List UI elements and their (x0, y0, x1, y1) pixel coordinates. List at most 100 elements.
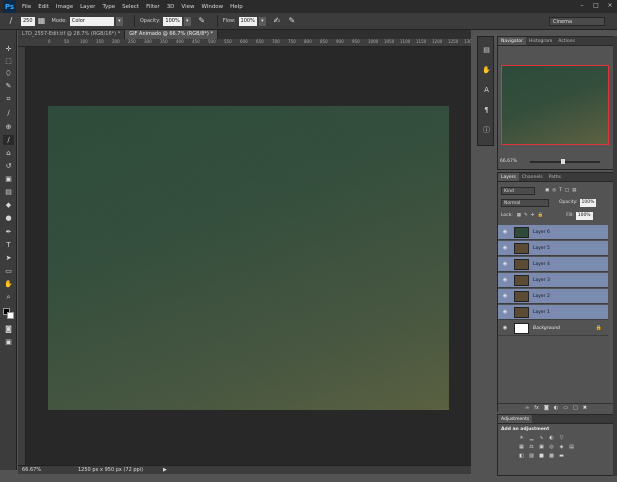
layer-row-layer-2[interactable]: ◉ Layer 2 (498, 289, 608, 304)
layer-row-layer-3[interactable]: ◉ Layer 3 (498, 273, 608, 288)
vibrance-icon[interactable]: ▽ (558, 435, 565, 441)
hue-saturation-icon[interactable]: ▦ (518, 444, 525, 450)
color-lookup-icon[interactable]: ▤ (568, 444, 575, 450)
visibility-eye-icon[interactable]: ◉ (500, 325, 510, 331)
channel-mixer-icon[interactable]: ◈ (558, 444, 565, 450)
tab-layers[interactable]: Layers (498, 173, 519, 181)
pen-tool-icon[interactable]: ✒ (3, 227, 14, 237)
gradient-map-icon[interactable]: ▬ (558, 453, 565, 459)
photo-filter-icon[interactable]: ◎ (548, 444, 555, 450)
blend-mode-select[interactable]: Normal (501, 198, 549, 207)
selective-color-icon[interactable]: ▩ (548, 453, 555, 459)
menu-filter[interactable]: Filter (146, 4, 160, 10)
group-icon[interactable]: ▭ (563, 404, 568, 412)
tab-gif-animado[interactable]: GIF Animado @ 66.7% (RGB/8*) * (125, 30, 218, 39)
brush-preset-icon[interactable]: ∕ (6, 16, 16, 26)
fill-field[interactable]: 100% (575, 211, 593, 220)
menu-layer[interactable]: Layer (80, 4, 95, 10)
paragraph-icon[interactable]: ¶ (481, 105, 492, 115)
lasso-tool-icon[interactable]: ⬯ (3, 68, 14, 78)
airbrush-icon[interactable]: ✍ (272, 16, 282, 26)
tab-actions[interactable]: Actions (555, 37, 577, 45)
layer-row-layer-1[interactable]: ◉ Layer 1 (498, 305, 608, 320)
eyedropper-tool-icon[interactable]: ∕ (3, 108, 14, 118)
delete-layer-icon[interactable]: ✖ (583, 404, 587, 412)
minimize-button[interactable]: – (578, 2, 586, 10)
maximize-button[interactable]: □ (592, 2, 600, 10)
close-button[interactable]: × (606, 2, 614, 10)
screen-mode-icon[interactable]: ▣ (3, 337, 14, 347)
levels-icon[interactable]: ▁ (528, 435, 535, 441)
layer-row-layer-6[interactable]: ◉ Layer 6 (498, 225, 608, 240)
chevron-down-icon[interactable]: ▾ (115, 16, 123, 26)
lock-icons[interactable]: ▦✎✛🔒 (517, 213, 546, 218)
filter-icons[interactable]: ▣◎T□▤ (545, 188, 579, 193)
visibility-eye-icon[interactable]: ◉ (500, 309, 510, 315)
tab-channels[interactable]: Channels (519, 173, 546, 181)
character-icon[interactable]: A (481, 85, 492, 95)
brightness-contrast-icon[interactable]: ☀ (518, 435, 525, 441)
crop-tool-icon[interactable]: ⌗ (3, 94, 14, 104)
quick-select-tool-icon[interactable]: ✎ (3, 81, 14, 91)
threshold-icon[interactable]: ■ (538, 453, 545, 459)
path-selection-tool-icon[interactable]: ➤ (3, 253, 14, 263)
chevron-down-icon[interactable]: ▾ (258, 16, 266, 26)
workspace-select[interactable]: Cinema (549, 17, 605, 26)
menu-3d[interactable]: 3D (167, 4, 175, 10)
adjustment-layer-icon[interactable]: ◐ (554, 404, 558, 412)
zoom-tool-icon[interactable]: ⌕ (3, 292, 14, 302)
history-icon[interactable]: ▤ (481, 45, 492, 55)
hand-tool-icon[interactable]: ✋ (3, 279, 14, 289)
menu-image[interactable]: Image (56, 4, 73, 10)
brush-presets-icon[interactable]: ✋ (481, 65, 492, 75)
mode-select[interactable]: Color (69, 16, 114, 26)
tab-adjustments[interactable]: Adjustments (498, 415, 533, 423)
layer-opacity-field[interactable]: 100% (579, 198, 597, 207)
layer-mask-icon[interactable]: ◙ (544, 404, 549, 412)
visibility-eye-icon[interactable]: ◉ (500, 245, 510, 251)
document-canvas[interactable] (48, 106, 449, 410)
navigator-zoom-slider[interactable] (530, 159, 600, 164)
new-layer-icon[interactable]: □ (573, 404, 578, 412)
exposure-icon[interactable]: ◐ (548, 435, 555, 441)
visibility-eye-icon[interactable]: ◉ (500, 261, 510, 267)
tab-l7d-2557-edit[interactable]: L7D_2557-Edit.tif @ 28.7% (RGB/16*) * (18, 30, 126, 39)
status-menu-arrow[interactable]: ▶ (163, 467, 167, 473)
brush-panel-toggle-icon[interactable]: ▦ (37, 16, 47, 26)
black-white-icon[interactable]: ▣ (538, 444, 545, 450)
dodge-tool-icon[interactable]: ● (3, 213, 14, 223)
tab-paths[interactable]: Paths (546, 173, 564, 181)
visibility-eye-icon[interactable]: ◉ (500, 229, 510, 235)
layer-row-background[interactable]: ◉ Background 🔒 (498, 321, 608, 336)
flow-field[interactable]: 100% (238, 16, 257, 26)
layer-row-layer-5[interactable]: ◉ Layer 5 (498, 241, 608, 256)
eraser-tool-icon[interactable]: ▣ (3, 174, 14, 184)
move-tool-icon[interactable]: ✛ (3, 44, 14, 54)
info-icon[interactable]: ⓘ (481, 125, 492, 135)
menu-view[interactable]: View (181, 4, 194, 10)
layer-style-icon[interactable]: fx (534, 404, 539, 412)
pressure-opacity-icon[interactable]: ✎ (197, 16, 207, 26)
tab-histogram[interactable]: Histogram (526, 37, 555, 45)
panel-scrollbar[interactable] (613, 36, 617, 476)
kind-filter-select[interactable]: Kind (501, 186, 535, 195)
blur-tool-icon[interactable]: ◆ (3, 200, 14, 210)
brush-size-field[interactable]: 250 (21, 16, 35, 26)
menu-file[interactable]: File (22, 4, 31, 10)
zoom-level-field[interactable]: 66.67% (22, 467, 41, 473)
navigator-zoom-field[interactable]: 66.67% (500, 159, 517, 164)
menu-type[interactable]: Type (102, 4, 115, 10)
menu-select[interactable]: Select (122, 4, 139, 10)
tab-navigator[interactable]: Navigator (498, 37, 527, 45)
brush-tool-icon[interactable]: ∕ (3, 135, 14, 145)
visibility-eye-icon[interactable]: ◉ (500, 293, 510, 299)
posterize-icon[interactable]: ▨ (528, 453, 535, 459)
background-color-swatch[interactable] (7, 312, 14, 319)
quick-mask-icon[interactable]: ◙ (3, 324, 14, 334)
slider-thumb[interactable] (561, 159, 565, 164)
menu-window[interactable]: Window (201, 4, 223, 10)
gradient-tool-icon[interactable]: ▤ (3, 187, 14, 197)
healing-brush-tool-icon[interactable]: ⊕ (3, 122, 14, 132)
invert-icon[interactable]: ◧ (518, 453, 525, 459)
navigator-view-box[interactable] (501, 65, 609, 145)
